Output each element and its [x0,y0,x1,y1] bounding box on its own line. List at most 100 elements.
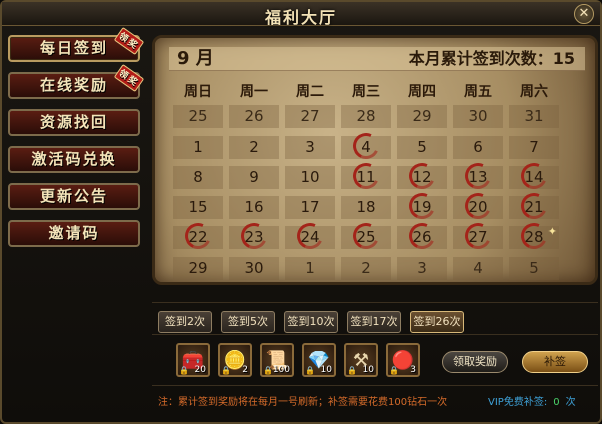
day-number: 3 [417,259,427,277]
day-number: 8 [193,168,203,186]
reward-item-slot[interactable]: 📜 🔒 100 [260,343,294,377]
calendar-day[interactable]: 10 [285,166,335,189]
calendar-day[interactable]: 5 [397,136,447,159]
calendar-day[interactable]: 12 [397,159,447,193]
calendar-day[interactable]: 28 [341,105,391,128]
reward-item-slot[interactable]: 🪙 🔒 2 [218,343,252,377]
calendar-day[interactable]: 9 [229,166,279,189]
weekday-header: 周六 [520,84,548,100]
sidebar-item-daily-checkin[interactable]: 每日签到 领奖 [8,26,145,62]
calendar-day[interactable]: 3 [285,136,335,159]
claim-reward-button[interactable]: 领取奖励 [442,351,508,373]
day-number: 2 [249,138,259,156]
day-number: 13 [468,168,488,186]
calendar-day[interactable]: 3 [397,257,447,280]
day-number: 3 [305,138,315,156]
calendar-day[interactable]: 23 [229,219,279,253]
calendar-day[interactable]: 16 [229,196,279,219]
day-number: 20 [468,198,488,216]
calendar-day[interactable]: 25 [173,105,223,128]
calendar-day[interactable]: 4 [453,257,503,280]
calendar-day[interactable]: 29 [397,105,447,128]
calendar-day[interactable]: 4 [341,129,391,163]
calendar-day[interactable]: 21 [509,189,559,223]
calendar-day[interactable]: 29 [173,257,223,280]
makeup-checkin-button[interactable]: 补签 [522,351,588,373]
sidebar-item-invite-code[interactable]: 邀请码 [8,220,140,247]
reward-item-slot[interactable]: ⚒ 🔒 10 [344,343,378,377]
item-count: 10 [362,365,374,375]
day-number: 26 [244,107,264,125]
calendar-day[interactable]: 1 [285,257,335,280]
calendar-day[interactable]: 8 [173,166,223,189]
sidebar-item-activation-code[interactable]: 激活码兑换 [8,146,140,173]
vip-label: VIP免费补签: [488,397,548,408]
calendar-day[interactable]: 30 [229,257,279,280]
welfare-hall-window: 福利大厅 ✕ 每日签到 领奖 在线奖励 领奖 资源找回 激活码兑换 更新公告 邀… [0,0,602,424]
calendar-day[interactable]: 17 [285,196,335,219]
lock-icon: 🔒 [389,366,399,375]
footer-note: 注：累计签到奖励将在每月一号刷新；补签需要花费100钻石一次 [158,397,448,408]
day-number: 16 [244,198,264,216]
calendar-day[interactable]: 31 [509,105,559,128]
milestone-tab[interactable]: 签到5次 [221,311,275,333]
day-number: 7 [529,138,539,156]
day-number: 31 [524,107,544,125]
checkin-calendar: 9 月 本月累计签到次数：15 周日 周一 周二 周三 周四 周五 周六 25 26 27 28 29… [152,35,598,285]
reward-item-slot[interactable]: 🔴 🔒 3 [386,343,420,377]
reward-item-slot[interactable]: 💎 🔒 10 [302,343,336,377]
day-number: 5 [529,259,539,277]
day-number: 1 [193,138,203,156]
calendar-day[interactable]: 1 [173,136,223,159]
sidebar-item-label: 激活码兑换 [31,150,117,168]
calendar-day[interactable]: 26 [397,219,447,253]
item-count: 100 [272,365,290,375]
day-number: 28 [356,107,376,125]
sidebar-item-label: 在线奖励 [39,76,108,94]
calendar-day[interactable]: 24 [285,219,335,253]
day-number: 27 [468,228,488,246]
day-number: 14 [524,168,544,186]
day-number: 22 [188,228,208,246]
sidebar-item-online-rewards[interactable]: 在线奖励 领奖 [8,63,145,99]
calendar-day[interactable]: 15 [173,196,223,219]
milestone-tab[interactable]: 签到17次 [347,311,401,333]
reward-panel: 领取奖励 补签 🧰 🔒 20 🪙 🔒 2 📜 🔒 100 💎 🔒 10 ⚒ 🔒 10 🔴 🔒 3 [152,334,598,386]
calendar-day[interactable]: 14 [509,159,559,193]
calendar-day[interactable]: 2 [229,136,279,159]
close-icon[interactable]: ✕ [574,4,594,24]
day-number: 30 [468,107,488,125]
month-label: 9 月 [177,48,214,69]
calendar-day[interactable]: 2 [341,257,391,280]
calendar-day[interactable]: 27 [285,105,335,128]
day-number: 11 [356,168,376,186]
monthly-checkin-total: 本月累计签到次数：15 [408,49,575,68]
calendar-day[interactable]: 30 [453,105,503,128]
calendar-day[interactable]: 22 [173,219,223,253]
calendar-day[interactable]: 26 [229,105,279,128]
calendar-day[interactable]: 27 [453,219,503,253]
sidebar-item-resource-recovery[interactable]: 资源找回 [8,109,140,136]
milestone-tab[interactable]: 签到10次 [284,311,338,333]
day-number: 4 [473,259,483,277]
day-number: 26 [412,228,432,246]
sidebar-item-label: 资源找回 [39,113,108,131]
day-number: 15 [188,198,208,216]
calendar-day[interactable]: 18 [341,196,391,219]
calendar-day[interactable]: 7 [509,136,559,159]
calendar-day[interactable]: 20 [453,189,503,223]
calendar-day[interactable]: 11 [341,159,391,193]
sidebar-item-update-notice[interactable]: 更新公告 [8,183,140,210]
calendar-day[interactable]: 28 ✦ [509,219,559,253]
calendar-day[interactable]: 5 [509,257,559,280]
reward-item-slot[interactable]: 🧰 🔒 20 [176,343,210,377]
calendar-day[interactable]: 25 [341,219,391,253]
milestone-tab[interactable]: 签到26次 [410,311,464,333]
lock-icon: 🔒 [263,366,273,375]
day-number: 10 [300,168,320,186]
day-number: 29 [188,259,208,277]
calendar-day[interactable]: 19 [397,189,447,223]
calendar-day[interactable]: 13 [453,159,503,193]
calendar-day[interactable]: 6 [453,136,503,159]
milestone-tab[interactable]: 签到2次 [158,311,212,333]
